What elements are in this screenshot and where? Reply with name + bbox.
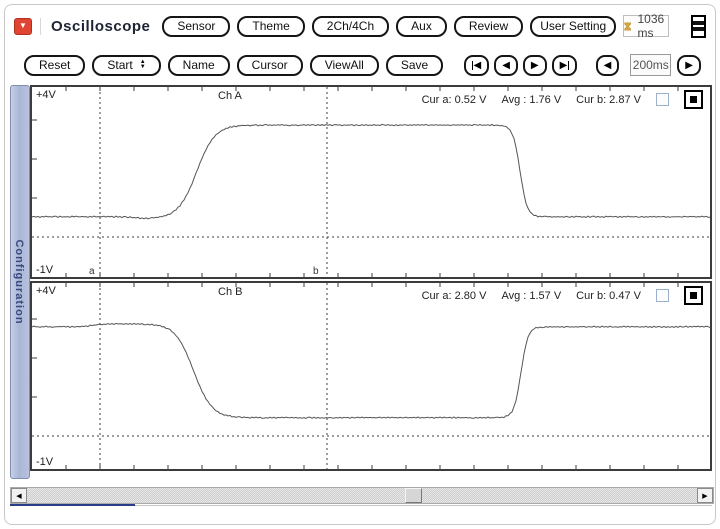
app-menu-button[interactable]: ▼: [14, 17, 32, 35]
left-icon: ◀: [603, 59, 612, 71]
theme-button[interactable]: Theme: [237, 15, 305, 37]
start-label: Start: [107, 58, 133, 72]
scrollbar-thumb[interactable]: [405, 488, 422, 503]
elapsed-time-value: 1036 ms: [637, 12, 665, 40]
name-button[interactable]: Name: [167, 54, 230, 76]
channel-b-readings: Cur a: 2.80 V Avg : 1.57 V Cur b: 0.47 V: [422, 286, 703, 305]
aux-button[interactable]: Aux: [396, 15, 447, 37]
channel-b-title: Ch B: [218, 286, 243, 298]
step-forward-button[interactable]: ▶: [522, 54, 547, 76]
hourglass-icon: [624, 22, 632, 30]
timebase-increase-button[interactable]: ▶: [677, 54, 701, 76]
timebase-field[interactable]: 200ms: [630, 54, 672, 76]
channel-a-readings: Cur a: 0.52 V Avg : 1.76 V Cur b: 2.87 V: [422, 90, 703, 109]
skip-first-button[interactable]: ◀: [464, 54, 490, 76]
channel-a-cur-a: Cur a: 0.52 V: [421, 93, 487, 106]
review-button[interactable]: Review: [453, 15, 524, 37]
skip-last-button[interactable]: ▶: [551, 54, 577, 76]
prev-icon: ◀: [473, 59, 482, 71]
viewall-button[interactable]: ViewAll: [309, 54, 379, 76]
channel-a-title: Ch A: [218, 90, 242, 102]
cursor-b-label: b: [313, 266, 319, 277]
header-bar: ▼ Oscilloscope Sensor Theme 2Ch/4Ch Aux …: [14, 12, 706, 40]
oscilloscope-app: ▼ Oscilloscope Sensor Theme 2Ch/4Ch Aux …: [0, 0, 720, 529]
right-icon: ▶: [685, 59, 693, 71]
scroll-left-icon[interactable]: ◀: [11, 488, 27, 503]
channel-a-cur-b: Cur b: 2.87 V: [576, 93, 641, 106]
toolbar: Reset Start ▲ ▼ Name Cursor ViewAll Save…: [24, 52, 706, 78]
page-title: Oscilloscope: [40, 17, 162, 35]
channel-b-waveform: [32, 283, 710, 469]
channel-a-vmin-label: -1V: [36, 264, 54, 276]
dropdown-icon: ▼: [19, 21, 27, 30]
reset-button[interactable]: Reset: [24, 54, 86, 76]
channel-b-checkbox[interactable]: [656, 289, 669, 302]
user-setting-button[interactable]: User Setting: [530, 15, 617, 37]
prev-icon: ◀: [502, 59, 510, 71]
start-button[interactable]: Start ▲ ▼: [92, 54, 161, 76]
channel-b-avg: Avg : 1.57 V: [501, 289, 562, 302]
channel-b-cur-a: Cur a: 2.80 V: [421, 289, 487, 302]
channel-a-display-button[interactable]: [684, 90, 703, 109]
next-icon: ▶: [559, 59, 568, 71]
elapsed-time-field: 1036 ms: [623, 12, 669, 40]
channel-mode-button[interactable]: 2Ch/4Ch: [311, 15, 390, 37]
channel-b-vmin-label: -1V: [36, 456, 54, 468]
configuration-panel-handle[interactable]: Configuration: [10, 85, 30, 479]
sensor-button[interactable]: Sensor: [162, 15, 231, 37]
save-button[interactable]: Save: [385, 54, 444, 76]
channel-a-checkbox[interactable]: [656, 93, 669, 106]
waveform-trace: [32, 123, 710, 220]
channel-a-waveform: [32, 87, 710, 277]
step-back-button[interactable]: ◀: [494, 54, 518, 76]
channel-b-cur-b: Cur b: 0.47 V: [576, 289, 641, 302]
window-layout-icon[interactable]: [691, 14, 706, 38]
scroll-right-icon[interactable]: ▶: [697, 488, 713, 503]
horizontal-scrollbar[interactable]: ◀ ▶: [10, 487, 714, 504]
channel-a-panel: +4V -1V Ch A Cur a: 0.52 V Avg : 1.76 V …: [30, 85, 712, 279]
start-spinner-icon: ▲ ▼: [139, 59, 146, 70]
next-icon: ▶: [530, 59, 539, 71]
progress-indicator: [10, 504, 135, 506]
timebase-decrease-button[interactable]: ◀: [595, 54, 620, 76]
configuration-label: Configuration: [13, 239, 25, 325]
cursor-a-label: a: [89, 266, 95, 277]
cursor-button[interactable]: Cursor: [236, 54, 303, 76]
channel-a-vmax-label: +4V: [36, 89, 56, 101]
channel-a-avg: Avg : 1.76 V: [501, 93, 562, 106]
channel-b-vmax-label: +4V: [36, 285, 56, 297]
waveform-trace: [32, 322, 710, 419]
channel-b-panel: +4V -1V Ch B Cur a: 2.80 V Avg : 1.57 V …: [30, 281, 712, 471]
channel-b-display-button[interactable]: [684, 286, 703, 305]
